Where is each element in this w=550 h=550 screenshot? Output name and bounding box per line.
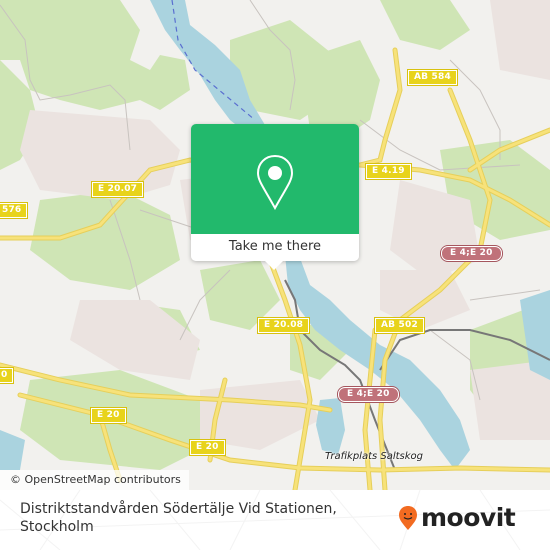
map-attribution[interactable]: © OpenStreetMap contributors [0, 470, 189, 490]
road-shield-e2007: E 20.07 [90, 181, 145, 198]
road-shield-e419: E 4.19 [365, 163, 412, 180]
location-popup[interactable]: Take me there [191, 124, 359, 270]
take-me-there-button[interactable]: Take me there [191, 234, 359, 261]
road-shield-west: 0 [0, 367, 15, 384]
moovit-wordmark: moovit [421, 503, 516, 532]
road-shield-e20-west: E 20 [90, 407, 127, 424]
place-label-trafikplats-saltskog: Trafikplats Saltskog [325, 451, 424, 462]
road-shield-576: 576 [0, 202, 29, 219]
road-shield-ab584: AB 584 [407, 69, 458, 86]
popup-header [191, 124, 359, 234]
road-shield-ab502: AB 502 [374, 317, 425, 334]
road-shield-e2008: E 20.08 [256, 317, 311, 334]
road-shield-e20-south: E 20 [189, 439, 226, 456]
road-shield-e4-e20-south: E 4;E 20 [337, 386, 400, 403]
moovit-pin-icon [399, 506, 417, 530]
location-pin-icon [256, 154, 294, 210]
map-view[interactable]: AB 584 E 4.19 E 20.07 576 E 4;E 20 E 20.… [0, 0, 550, 490]
location-title: Distriktstandvården Södertälje Vid Stati… [20, 501, 337, 535]
road-shield-e4-e20-east: E 4;E 20 [440, 245, 503, 262]
moovit-logo[interactable]: moovit [398, 503, 516, 532]
popup-pointer [265, 261, 283, 270]
